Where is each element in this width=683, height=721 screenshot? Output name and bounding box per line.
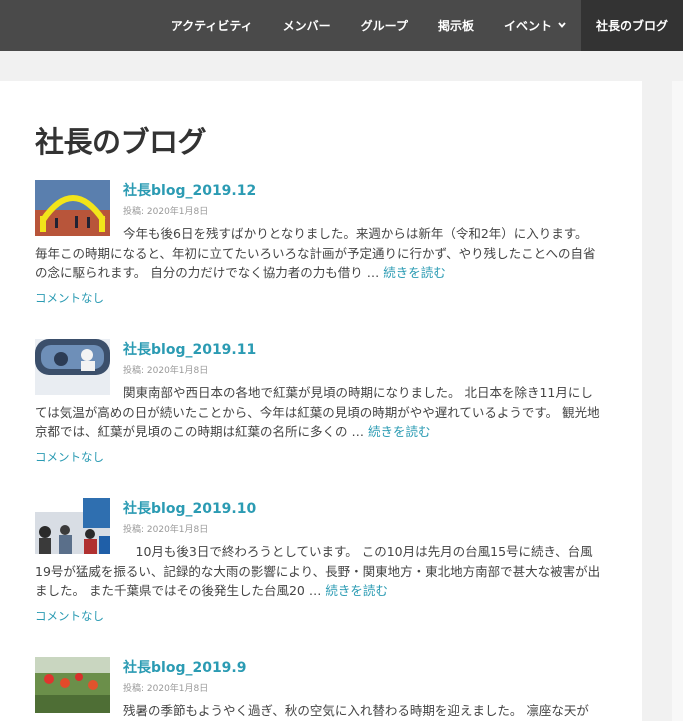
comments-link[interactable]: コメントなし	[35, 449, 104, 465]
read-more-link[interactable]: 続きを読む	[325, 583, 388, 598]
post-excerpt: 10月も後3日で終わろうとしています。 この10月は先月の台風15号に続き、台風…	[35, 542, 605, 601]
read-more-link[interactable]: 続きを読む	[383, 265, 446, 280]
read-more-link[interactable]: 続きを読む	[368, 424, 431, 439]
nav-item-label: イベント	[503, 19, 552, 33]
excerpt-text: 今年も後6日を残すばかりとなりました。来週からは新年（令和2年）に入ります。 毎…	[35, 226, 596, 280]
top-navigation-bar: アクティビティ メンバー グループ 掲示板 イベント 社長のブログ	[0, 0, 683, 51]
excerpt-text: 関東南部や西日本の各地で紅葉が見頃の時期になりました。 北日本を除き11月にして…	[35, 385, 600, 439]
blog-post: 社長blog_2019.12 投稿: 2020年1月8日 今年も後6日を残すばか…	[35, 180, 605, 310]
nav-item-label: グループ	[360, 19, 408, 33]
content-area: 社長のブログ 社長blog_2019.12 投稿: 2020年1月8日 今年も後…	[0, 81, 642, 721]
comments-link[interactable]: コメントなし	[35, 290, 104, 306]
post-date: 投稿: 2020年1月8日	[123, 684, 209, 694]
post-title-link[interactable]: 社長blog_2019.11	[123, 339, 256, 359]
post-excerpt: 関東南部や西日本の各地で紅葉が見頃の時期になりました。 北日本を除き11月にして…	[35, 383, 605, 442]
post-date: 投稿: 2020年1月8日	[123, 366, 209, 376]
excerpt-text: 10月も後3日で終わろうとしています。 この10月は先月の台風15号に続き、台風…	[35, 544, 601, 598]
nav-item-label: 掲示板	[437, 19, 474, 33]
blog-post: 社長blog_2019.11 投稿: 2020年1月8日 関東南部や西日本の各地…	[35, 339, 605, 469]
comments-link[interactable]: コメントなし	[35, 608, 104, 624]
post-title-link[interactable]: 社長blog_2019.10	[123, 498, 256, 518]
page-title: 社長のブログ	[35, 125, 207, 159]
nav-item-events[interactable]: イベント	[489, 0, 581, 51]
nav-item-president-blog[interactable]: 社長のブログ	[580, 0, 683, 51]
blog-post: 社長blog_2019.10 投稿: 2020年1月8日 10月も後3日で終わろ…	[35, 498, 605, 628]
post-title-link[interactable]: 社長blog_2019.9	[123, 657, 246, 677]
nav-item-activity[interactable]: アクティビティ	[156, 0, 268, 51]
nav-item-forum[interactable]: 掲示板	[423, 0, 489, 51]
post-excerpt: 今年も後6日を残すばかりとなりました。来週からは新年（令和2年）に入ります。 毎…	[35, 224, 605, 283]
chevron-down-icon[interactable]	[558, 21, 566, 31]
nav-item-label: アクティビティ	[170, 19, 253, 33]
blog-post: 社長blog_2019.9 投稿: 2020年1月8日 残暑の季節もようやく過ぎ…	[35, 657, 605, 721]
post-date: 投稿: 2020年1月8日	[123, 525, 209, 535]
nav-item-groups[interactable]: グループ	[346, 0, 423, 51]
nav-item-label: 社長のブログ	[595, 19, 668, 33]
post-title-link[interactable]: 社長blog_2019.12	[123, 180, 256, 200]
main-nav: アクティビティ メンバー グループ 掲示板 イベント 社長のブログ	[156, 0, 683, 51]
post-date: 投稿: 2020年1月8日	[123, 207, 209, 217]
nav-item-label: メンバー	[282, 19, 331, 33]
sidebar-edge	[672, 81, 683, 721]
nav-item-members[interactable]: メンバー	[268, 0, 346, 51]
